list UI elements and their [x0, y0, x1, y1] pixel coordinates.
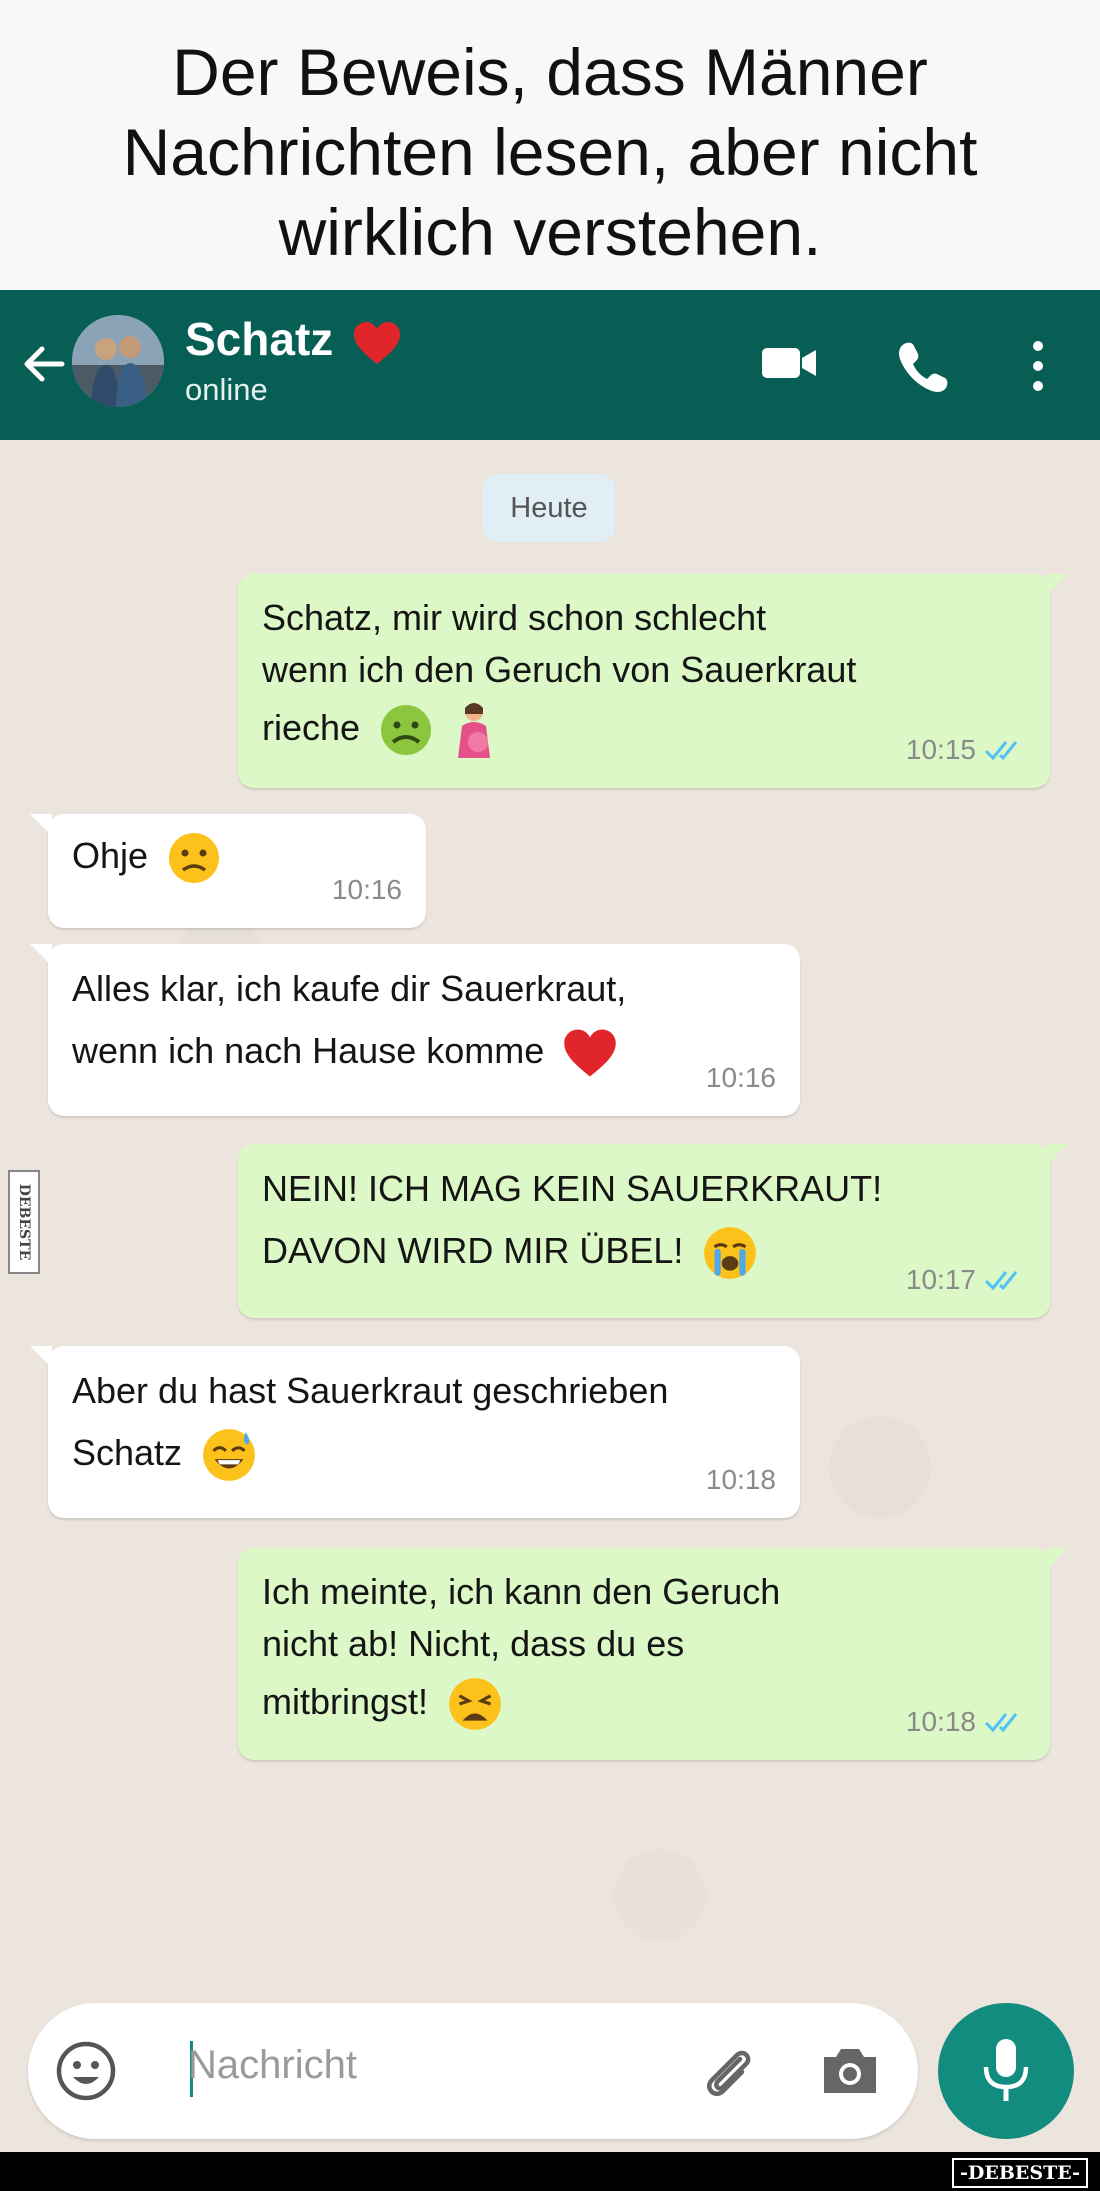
- red-heart-emoji: [564, 1029, 617, 1078]
- more-vertical-icon[interactable]: [1026, 338, 1050, 394]
- back-arrow-icon[interactable]: [14, 334, 74, 394]
- message-time: 10:18: [705, 1464, 776, 1495]
- read-ticks-icon: [984, 1713, 1018, 1733]
- day-separator: Heute: [483, 474, 615, 542]
- message-bubble-outgoing[interactable]: Ich meinte, ich kann den Geruch nicht ab…: [238, 1548, 1068, 1760]
- caption-line-1: Der Beweis, dass Männer: [172, 35, 928, 109]
- message-meta: 10:16: [706, 1052, 776, 1104]
- message-text: Schatz: [72, 1432, 183, 1473]
- message-text: Aber du hast Sauerkraut geschrieben: [72, 1370, 669, 1411]
- contact-name[interactable]: Schatz: [185, 312, 402, 366]
- message-input[interactable]: Nachricht: [188, 2043, 357, 2088]
- message-bubble-outgoing[interactable]: Schatz, mir wird schon schlecht wenn ich…: [238, 574, 1068, 788]
- message-input-bar[interactable]: Nachricht: [28, 2003, 918, 2139]
- message-meta: 10:15: [906, 724, 1026, 776]
- caption-line-3: wirklich verstehen.: [278, 195, 822, 269]
- message-text: NEIN! ICH MAG KEIN SAUERKRAUT!: [262, 1168, 883, 1209]
- phone-icon[interactable]: [894, 338, 950, 394]
- message-text: mitbringst!: [262, 1681, 429, 1722]
- message-text: Ohje: [72, 835, 149, 876]
- message-bubble-incoming[interactable]: Aber du hast Sauerkraut geschrieben Scha…: [30, 1346, 800, 1518]
- message-text: wenn ich nach Hause komme: [72, 1030, 545, 1071]
- camera-icon[interactable]: [818, 2039, 882, 2103]
- message-time: 10:16: [705, 1062, 776, 1093]
- mic-icon: [983, 2039, 1029, 2101]
- nauseated-face-emoji: [381, 705, 432, 756]
- message-text: rieche: [262, 707, 361, 748]
- message-bubble-incoming[interactable]: Alles klar, ich kaufe dir Sauerkraut, we…: [30, 944, 800, 1116]
- watermark-logo: -DEBESTE-: [952, 2158, 1088, 2188]
- read-ticks-icon: [984, 741, 1018, 761]
- message-time: 10:17: [905, 1264, 976, 1295]
- message-text: nicht ab! Nicht, dass du es: [262, 1623, 685, 1664]
- message-text: Schatz, mir wird schon schlecht: [262, 597, 767, 638]
- emoji-icon[interactable]: [54, 2039, 118, 2103]
- message-bubble-outgoing[interactable]: NEIN! ICH MAG KEIN SAUERKRAUT! DAVON WIR…: [238, 1144, 1068, 1318]
- heart-icon: [354, 321, 401, 364]
- read-ticks-icon: [984, 1271, 1018, 1291]
- side-watermark: DEBESTE: [8, 1170, 40, 1274]
- message-time: 10:16: [331, 874, 402, 905]
- message-time: 10:15: [905, 734, 976, 765]
- message-text: DAVON WIRD MIR ÜBEL!: [262, 1230, 684, 1271]
- weary-face-emoji: [449, 1678, 501, 1731]
- avatar[interactable]: [72, 315, 164, 407]
- chat-header: Schatz online: [0, 290, 1100, 440]
- crying-face-emoji: [704, 1227, 757, 1280]
- message-text: Ich meinte, ich kann den Geruch: [262, 1571, 781, 1612]
- video-call-icon[interactable]: [760, 338, 820, 388]
- chat-area[interactable]: Heute Schatz, mir wird schon schlecht we…: [0, 440, 1100, 2152]
- pregnant-woman-emoji: [458, 703, 491, 759]
- contact-status: online: [185, 372, 268, 407]
- message-time: 10:18: [905, 1706, 976, 1737]
- mic-button[interactable]: [938, 2003, 1074, 2139]
- caption-line-2: Nachrichten lesen, aber nicht: [122, 115, 978, 189]
- contact-name-text: Schatz: [185, 313, 334, 365]
- message-text: Alles klar, ich kaufe dir Sauerkraut,: [72, 968, 627, 1009]
- message-meta: 10:18: [906, 1696, 1026, 1748]
- grinning-sweat-emoji: [203, 1429, 255, 1482]
- message-meta: 10:18: [706, 1454, 776, 1506]
- message-meta: 10:16: [332, 864, 402, 916]
- message-bubble-incoming[interactable]: Ohje 10:16: [30, 814, 426, 928]
- bottom-strip: -DEBESTE-: [0, 2152, 1100, 2191]
- side-watermark-text: DEBESTE: [16, 1183, 32, 1261]
- frowning-face-emoji: [169, 833, 220, 884]
- message-text: wenn ich den Geruch von Sauerkraut: [262, 649, 857, 690]
- attach-icon[interactable]: [696, 2041, 758, 2103]
- message-meta: 10:17: [906, 1254, 1026, 1306]
- meme-caption: Der Beweis, dass Männer Nachrichten lese…: [0, 0, 1100, 290]
